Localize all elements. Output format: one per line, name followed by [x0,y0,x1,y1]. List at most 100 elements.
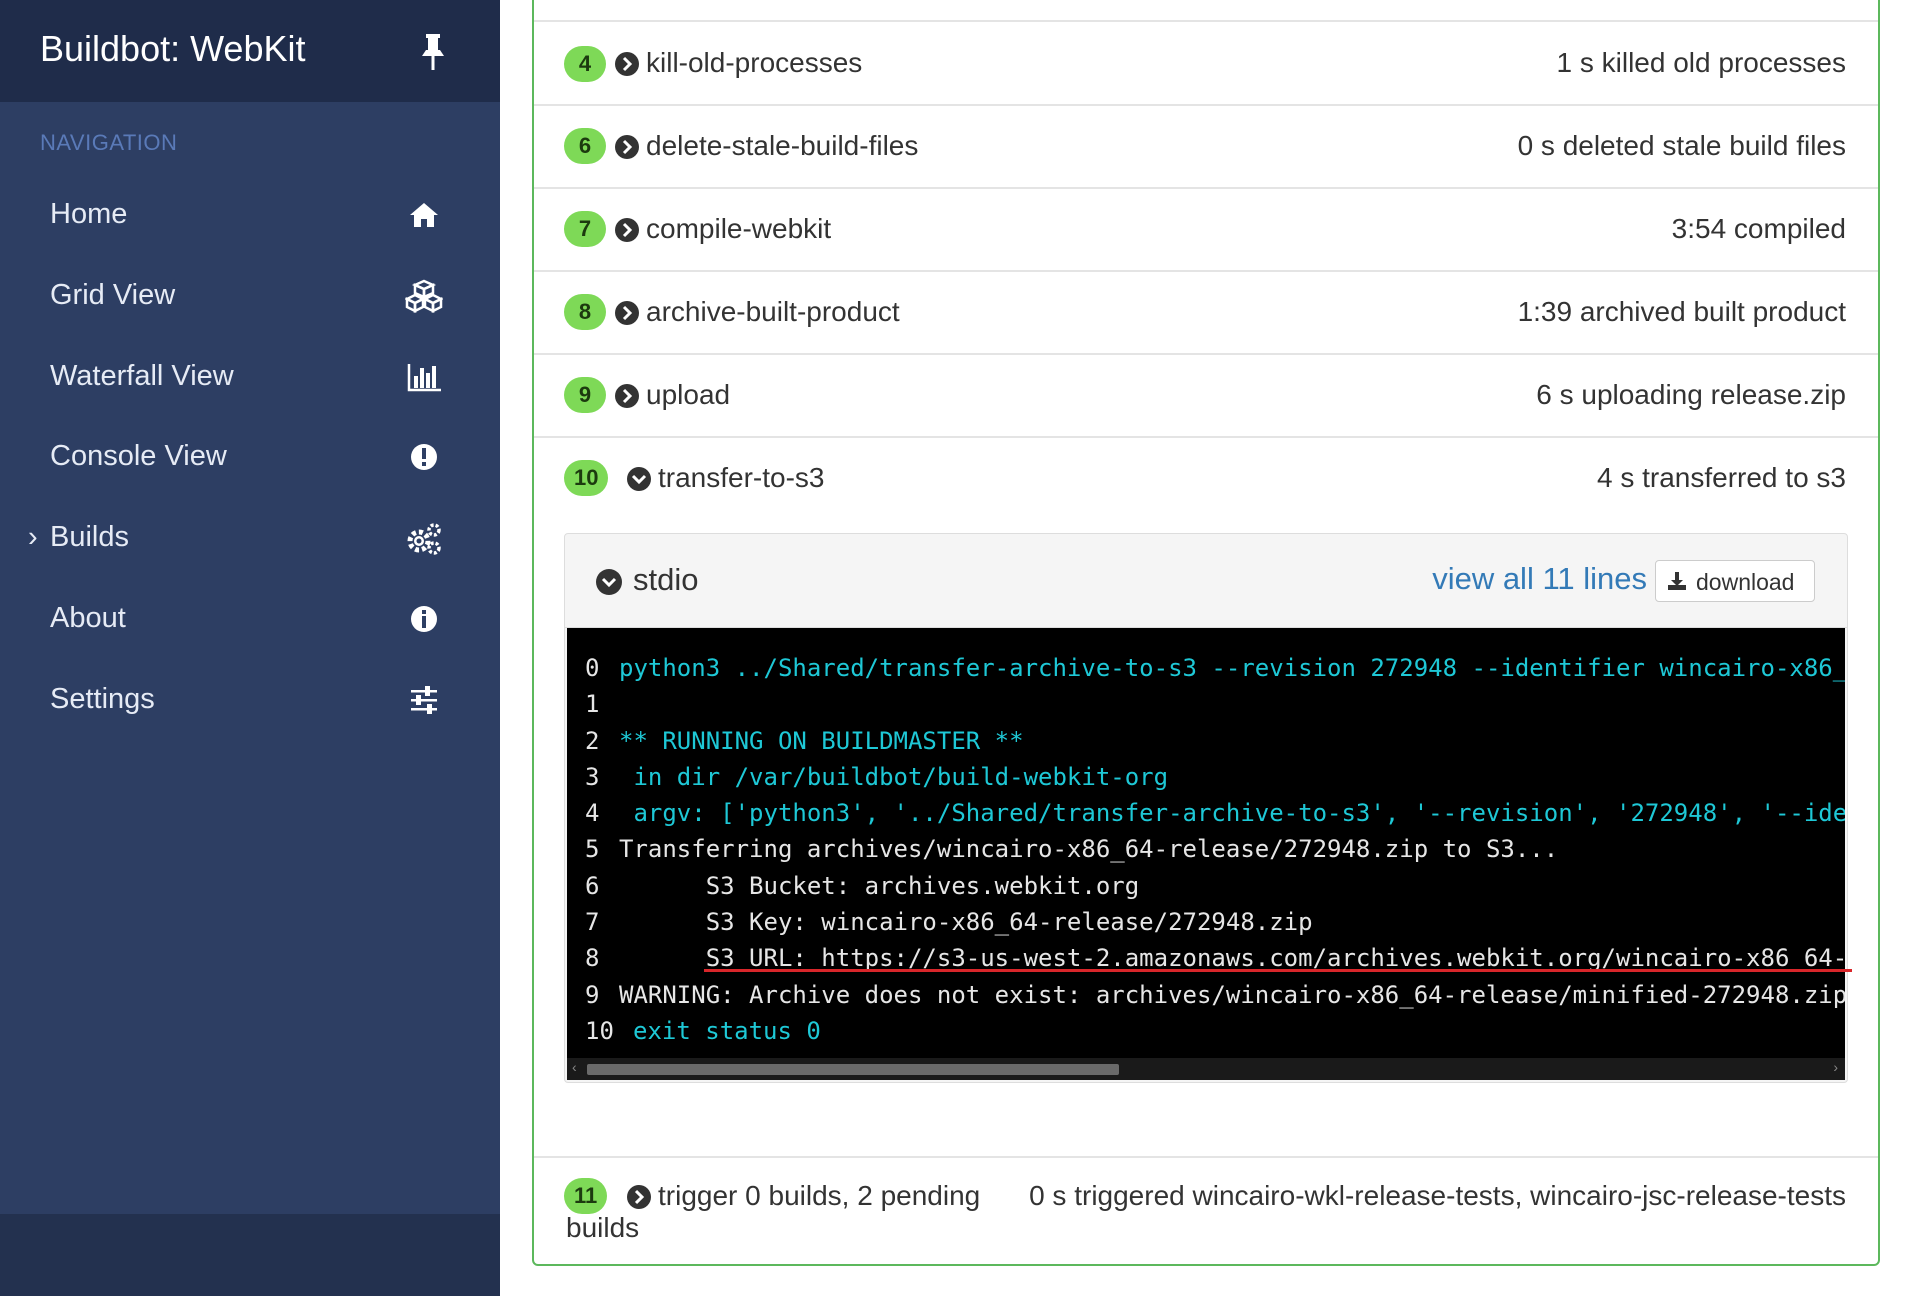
download-label: download [1696,569,1795,595]
sidebar-item-settings[interactable]: Settings [0,665,500,735]
step-number-badge: 4 [564,46,606,82]
chevron-right-circle-icon[interactable] [614,383,640,409]
step-row[interactable]: 8 archive-built-product 1:39 archived bu… [534,270,1878,353]
line-text: S3 Bucket: archives.webkit.org [619,871,1140,900]
line-number: 10 [585,1016,614,1045]
line-number: 9 [585,980,600,1009]
sidebar-item-grid-view[interactable]: Grid View [0,261,500,331]
sidebar-item-label: About [50,602,126,634]
step-name: trigger 0 builds, 2 pending [658,1180,981,1211]
step-number-badge: 9 [564,377,606,413]
step-description: 1 s killed old processes [1556,47,1846,78]
log-title: stdio [633,562,699,597]
step-name: compile-webkit [646,213,832,244]
line-number: 3 [585,762,600,791]
chevron-right-circle-icon[interactable] [614,300,640,326]
sidebar-item-home[interactable]: Home [0,180,500,250]
step-name: archive-built-product [646,296,900,327]
step-row[interactable]: 4 kill-old-processes 1 s killed old proc… [534,20,1878,104]
line-text: WARNING: Archive does not exist: archive… [619,980,1845,1009]
sidebar-item-label: Waterfall View [50,360,234,392]
log-terminal[interactable]: 0 python3 ../Shared/transfer-archive-to-s… [567,628,1845,1080]
download-button[interactable]: download [1655,560,1815,602]
step-name: upload [646,379,731,410]
step-description: 0 s deleted stale build files [1517,130,1846,161]
chevron-right-circle-icon[interactable] [614,217,640,243]
line-number: 1 [585,690,600,719]
step-description: 4 s transferred to s3 [1596,462,1846,493]
line-number: 8 [585,944,600,973]
sidebar-item-about[interactable]: About [0,584,500,654]
step-number-badge: 11 [564,1178,608,1214]
url-underline-annotation [704,969,1852,972]
download-icon [1668,572,1686,590]
line-text: exit status 0 [633,1016,821,1045]
chevron-right-circle-icon[interactable] [614,51,640,77]
sliders-icon [411,686,437,714]
step-description: 6 s uploading release.zip [1536,379,1846,410]
step-row[interactable]: 11 trigger 0 builds, 2 pending 0 s trigg… [534,1156,1878,1264]
step-row[interactable]: 9 upload 6 s uploading release.zip [534,353,1878,436]
line-text: python3 ../Shared/transfer-archive-to-s3… [619,654,1845,682]
step-number-badge: 8 [564,294,606,330]
sidebar-header: Buildbot: WebKit [0,0,500,102]
step-row[interactable]: 6 delete-stale-build-files 0 s deleted s… [534,104,1878,187]
log-line: 4 argv: ['python3', '../Shared/transfer-… [567,795,1845,831]
sidebar-item-label: Home [50,198,128,230]
app-title[interactable]: Buildbot: WebKit [40,28,305,70]
sidebar-item-console-view[interactable]: Console View [0,422,500,492]
line-text: Transferring archives/wincairo-x86_64-re… [619,835,1559,864]
line-number: 0 [585,654,600,682]
bar-chart-icon [407,364,441,392]
line-number: 7 [585,908,600,937]
chevron-right-circle-icon[interactable] [626,1184,652,1210]
gears-icon [407,523,441,555]
log-line: 1 [567,686,1845,722]
step-number-badge: 7 [564,211,606,247]
log-line: 5 Transferring archives/wincairo-x86_64-r… [567,831,1845,867]
log-line: 0 python3 ../Shared/transfer-archive-to-s… [567,650,1845,686]
step-description: 0 s triggered wincairo-wkl-release-tests… [1029,1180,1846,1211]
step-number-badge: 10 [564,460,609,496]
sidebar-footer [0,1214,500,1296]
log-line: 6 S3 Bucket: archives.webkit.org [567,868,1845,904]
step-name: delete-stale-build-files [646,130,919,161]
chevron-right-circle-icon[interactable] [614,134,640,160]
line-number: 4 [585,799,600,828]
log-line: 7 S3 Key: wincairo-x86_64-release/272948… [567,904,1845,940]
line-text: argv: ['python3', '../Shared/transfer-ar… [633,799,1845,828]
log-line: 2 ** RUNNING ON BUILDMASTER ** [567,723,1845,759]
chevron-right-icon: › [28,521,38,553]
sidebar-item-label: Settings [50,683,155,715]
pin-icon[interactable] [418,32,448,72]
horizontal-scrollbar[interactable]: ‹ › [567,1058,1845,1080]
step-row[interactable]: 7 compile-webkit 3:54 compiled [534,187,1878,270]
line-number: 2 [585,726,600,755]
line-number: 5 [585,835,600,864]
step-name: kill-old-processes [646,47,863,78]
step-name: transfer-to-s3 [658,462,825,493]
chevron-down-circle-icon[interactable] [595,568,623,596]
step-number-badge: 6 [564,128,606,164]
scroll-left-icon[interactable]: ‹ [572,1059,577,1075]
log-header: stdio view all 11 lines download [565,534,1847,628]
view-all-lines-link[interactable]: view all 11 lines [1432,561,1647,597]
info-circle-icon [411,606,437,632]
line-number: 6 [585,871,600,900]
step-description: 3:54 compiled [1671,213,1846,244]
sidebar-item-waterfall-view[interactable]: Waterfall View [0,342,500,412]
exclamation-circle-icon [411,444,437,470]
log-panel: stdio view all 11 lines download 0 python… [564,533,1848,1083]
sidebar-item-label: Console View [50,440,227,472]
scrollbar-thumb[interactable] [587,1064,1119,1075]
sidebar-item-builds[interactable]: › Builds [0,503,500,573]
scroll-right-icon[interactable]: › [1833,1059,1838,1075]
sidebar: Buildbot: WebKit NAVIGATION Home Grid Vi… [0,0,500,1296]
line-text: in dir /var/buildbot/build-webkit-org [619,762,1169,791]
sidebar-item-label: Grid View [50,279,176,311]
step-description-wrap: builds [566,1212,640,1243]
sidebar-item-label: Builds [50,521,129,553]
navigation-label: NAVIGATION [40,130,178,155]
chevron-down-circle-icon[interactable] [626,466,652,492]
log-line: 9 WARNING: Archive does not exist: archiv… [567,977,1845,1013]
